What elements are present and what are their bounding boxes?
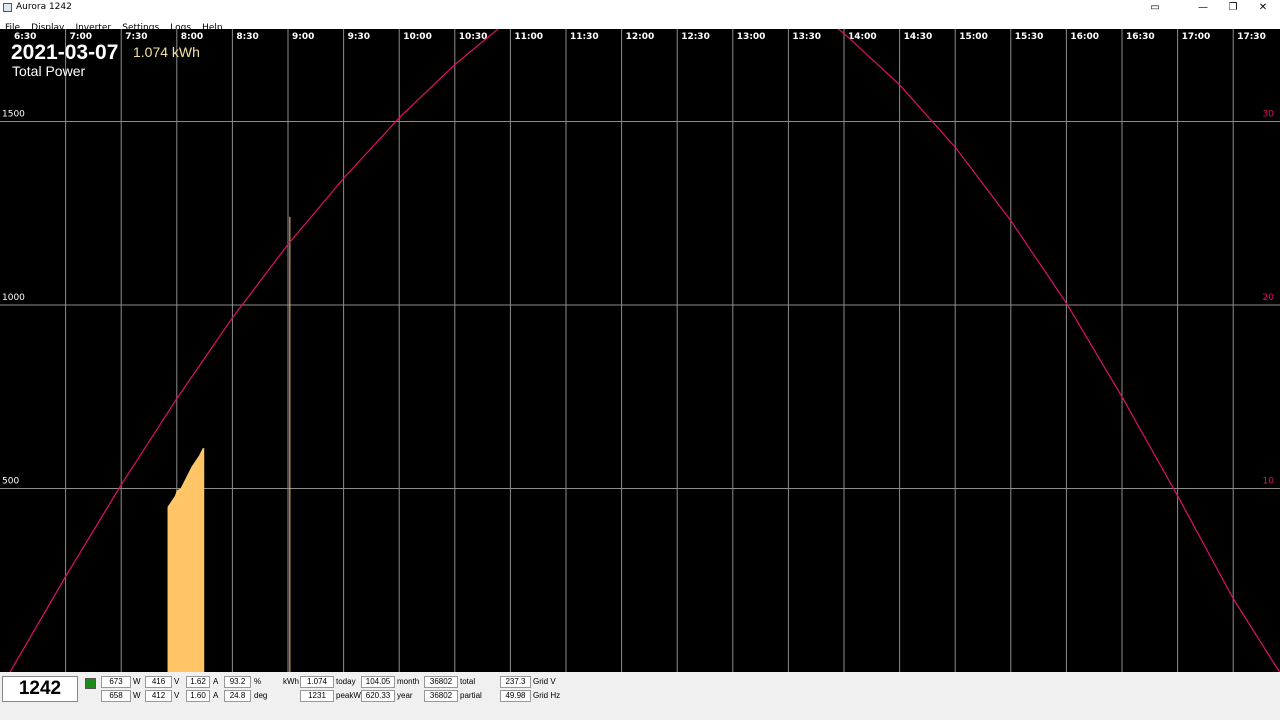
grid-v-label: Grid V <box>533 677 556 686</box>
x-tick-label: 7:30 <box>125 32 147 42</box>
energy-today: 1.074 <box>300 676 334 688</box>
x-tick-label: 11:00 <box>514 32 543 42</box>
energy-partial: 36802 <box>424 690 458 702</box>
chart-date: 2021-03-07 <box>11 41 119 64</box>
energy-total: 36802 <box>424 676 458 688</box>
v-unit-1: V <box>174 677 180 686</box>
x-tick-label: 8:00 <box>181 32 203 42</box>
x-tick-label: 16:30 <box>1126 32 1155 42</box>
deg-unit: deg <box>254 691 268 700</box>
status-bar: 1242 673 W 416 V 1.62 A 93.2 % kWh 1.074… <box>0 672 1280 720</box>
temperature: 24.8 <box>224 690 251 702</box>
x-tick-label: 13:00 <box>737 32 766 42</box>
voltage-2: 412 <box>145 690 172 702</box>
month-label: month <box>397 677 420 686</box>
voltage-1: 416 <box>145 676 172 688</box>
close-button[interactable]: ✕ <box>1248 0 1278 15</box>
window-title: Aurora 1242 <box>16 2 72 12</box>
status-led-icon <box>85 678 96 689</box>
power-w-2: 658 <box>101 690 131 702</box>
app-icon <box>3 3 12 12</box>
y-left-tick-label: 500 <box>2 477 19 487</box>
restore-button[interactable]: ❐ <box>1218 0 1248 15</box>
y-right-tick-label: 30 <box>1263 110 1275 120</box>
chart-metric-label: Total Power <box>12 63 86 79</box>
minimize-button[interactable]: — <box>1188 0 1218 15</box>
power-area <box>167 448 205 672</box>
x-tick-label: 12:30 <box>681 32 710 42</box>
x-tick-label: 9:30 <box>348 32 370 42</box>
current-2: 1.60 <box>186 690 210 702</box>
x-tick-label: 10:00 <box>403 32 432 42</box>
year-label: year <box>397 691 413 700</box>
partial-label: partial <box>460 691 482 700</box>
x-tick-label: 15:30 <box>1015 32 1044 42</box>
w-unit-1: W <box>133 677 141 686</box>
extra-window-icon[interactable]: ▭ <box>1140 0 1170 15</box>
x-tick-label: 15:00 <box>959 32 988 42</box>
kwh-label: kWh <box>283 677 299 686</box>
chart-energy: 1.074 kWh <box>133 44 200 60</box>
v-unit-2: V <box>174 691 180 700</box>
y-right-tick-label: 20 <box>1263 293 1275 303</box>
menu-bar: File Display Inverter Settings Logs Help <box>0 15 1280 33</box>
total-label: total <box>460 677 476 686</box>
a-unit-1: A <box>213 677 219 686</box>
grid-hz-label: Grid Hz <box>533 691 561 700</box>
power-chart[interactable]: 6:30 7:00 7:30 8:00 8:30 9:00 9:30 10:00 10:30 11… <box>0 29 1280 672</box>
title-bar: Aurora 1242 ▭ — ❐ ✕ <box>0 0 1280 15</box>
grid-frequency: 49.98 <box>500 690 531 702</box>
power-w-1: 673 <box>101 676 131 688</box>
y-right-tick-label: 10 <box>1263 477 1275 487</box>
y-left-tick-label: 1000 <box>2 293 25 303</box>
x-tick-label: 11:30 <box>570 32 599 42</box>
chart-canvas: 6:30 7:00 7:30 8:00 8:30 9:00 9:30 10:00 10:30 11… <box>0 29 1280 672</box>
pct-unit: % <box>254 677 262 686</box>
y-left-tick-label: 1500 <box>2 110 25 120</box>
grid-voltage: 237.3 <box>500 676 531 688</box>
a-unit-2: A <box>213 691 219 700</box>
today-label: today <box>336 677 356 686</box>
current-1: 1.62 <box>186 676 210 688</box>
x-tick-label: 16:00 <box>1070 32 1099 42</box>
x-tick-label: 13:30 <box>792 32 821 42</box>
peakw-label: peakW <box>336 691 361 700</box>
energy-year: 620.33 <box>361 690 395 702</box>
peak-power: 1231 <box>300 690 334 702</box>
x-tick-label: 14:30 <box>904 32 933 42</box>
x-tick-label: 8:30 <box>236 32 258 42</box>
inverter-id: 1242 <box>2 676 78 702</box>
energy-month: 104.05 <box>361 676 395 688</box>
efficiency: 93.2 <box>224 676 251 688</box>
x-tick-label: 17:00 <box>1182 32 1211 42</box>
x-tick-label: 12:00 <box>626 32 655 42</box>
x-tick-label: 17:30 <box>1237 32 1266 42</box>
x-tick-label: 9:00 <box>292 32 314 42</box>
w-unit-2: W <box>133 691 141 700</box>
